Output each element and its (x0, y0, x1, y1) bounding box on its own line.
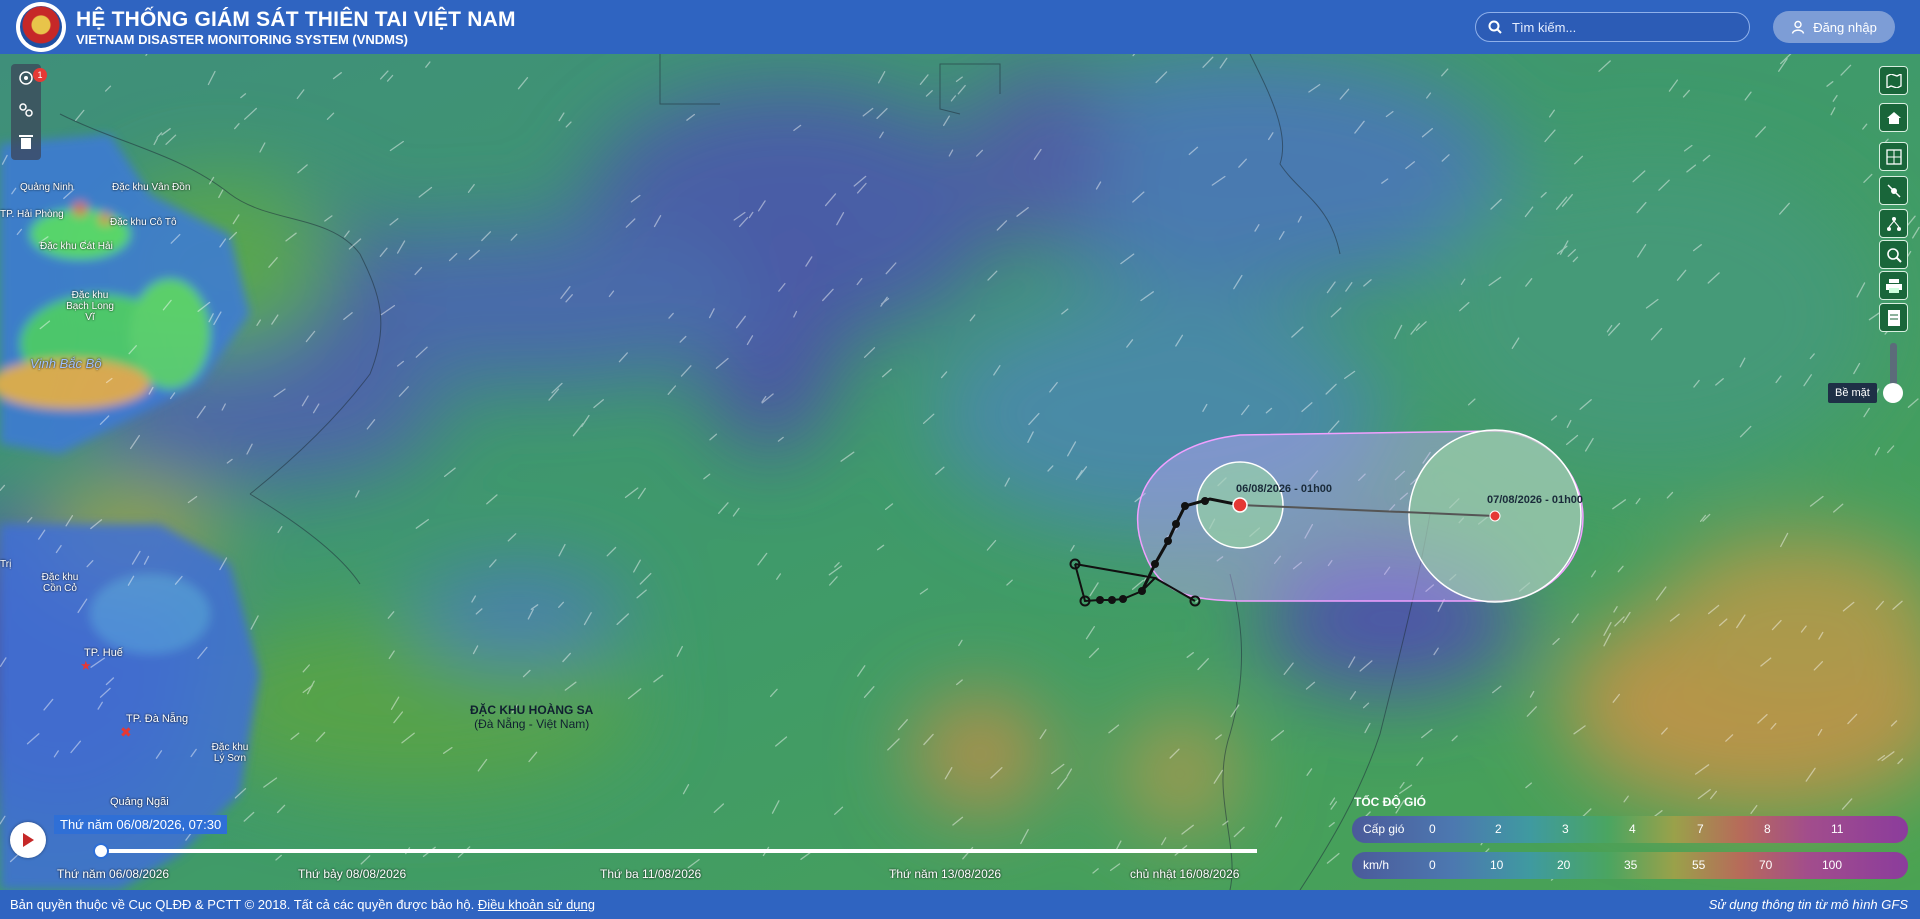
legend-title: TỐC ĐỘ GIÓ (1354, 795, 1426, 809)
map-icon (1885, 73, 1902, 88)
map-toggle-button[interactable] (1879, 66, 1908, 95)
app-title: HỆ THỐNG GIÁM SÁT THIÊN TAI VIỆT NAM (76, 8, 516, 31)
map-label: TP. Đà Nẵng (126, 713, 189, 725)
printer-icon (1885, 278, 1902, 293)
storm-track-layer[interactable] (0, 54, 1920, 890)
home-icon (1886, 111, 1901, 124)
map-label: Quảng Ninh (20, 182, 74, 193)
map-label: Đặc khu Cát Hải (40, 241, 113, 252)
city-marker: ★ (80, 658, 92, 673)
city-marker: ✖ (120, 724, 132, 740)
notification-badge: 1 (33, 68, 47, 82)
search-input[interactable]: Tìm kiếm... (1475, 12, 1750, 42)
satellite-button[interactable] (1879, 176, 1908, 205)
trash-icon (19, 135, 33, 149)
map-label: Đặc khu Vân Đồn (112, 182, 191, 193)
layers-icon (19, 71, 33, 85)
storm-forecast-position[interactable] (1489, 510, 1501, 522)
play-button[interactable] (10, 822, 46, 858)
layer-level-knob[interactable] (1883, 383, 1903, 403)
zoom-icon (1886, 247, 1902, 263)
login-label: Đăng nhập (1813, 19, 1877, 35)
delete-button[interactable] (16, 132, 36, 152)
archipelago-label: ĐẶC KHU HOÀNG SA (Đà Nẵng - Việt Nam) (470, 703, 594, 731)
user-icon (1791, 20, 1805, 34)
legend-beaufort: Cấp gió 0 2 3 4 7 8 11 (1352, 816, 1908, 843)
map-label: Vịnh Bắc Bộ (30, 356, 102, 371)
network-button[interactable] (1879, 209, 1908, 238)
zoom-button[interactable] (1879, 240, 1908, 269)
document-button[interactable] (1879, 303, 1908, 332)
timeline-tick[interactable]: Thứ năm 06/08/2026 (57, 867, 169, 881)
timeline-tick[interactable]: Thứ năm 13/08/2026 (889, 867, 1001, 881)
search-placeholder: Tìm kiếm... (1512, 19, 1577, 35)
map-label: Trị (0, 559, 12, 570)
timeline-tick[interactable]: chủ nhật 16/08/2026 (1130, 867, 1239, 881)
settings-button[interactable] (16, 100, 36, 120)
surface-level-label: Bề mặt (1828, 383, 1877, 403)
document-icon (1887, 309, 1900, 326)
play-icon (23, 833, 34, 847)
terms-link[interactable]: Điều khoản sử dụng (478, 897, 595, 912)
map-label: Đặc khu Cô Tô (110, 217, 177, 228)
timeline-tick[interactable]: Thứ ba 11/08/2026 (600, 867, 701, 881)
login-button[interactable]: Đăng nhập (1773, 11, 1895, 43)
app-header: HỆ THỐNG GIÁM SÁT THIÊN TAI VIỆT NAM VIE… (0, 0, 1920, 54)
legend-kmh: km/h 0 10 20 35 55 70 100 (1352, 852, 1908, 879)
past-track-loop (1074, 563, 1158, 603)
gear-icon (19, 103, 33, 117)
timeline-handle[interactable] (93, 843, 109, 859)
legend-row-label: km/h (1363, 858, 1390, 872)
search-icon (1488, 20, 1502, 34)
map-label: Đặc khu Lý Sơn (211, 742, 249, 764)
timeline-tick[interactable]: Thứ bảy 08/08/2026 (298, 867, 406, 881)
map-label: Đặc khu Cồn Cỏ (41, 572, 79, 594)
map-label: TP. Hải Phòng (0, 209, 64, 220)
region-button[interactable] (1879, 142, 1908, 171)
legend-row-label: Cấp gió (1363, 822, 1405, 836)
network-icon (1886, 216, 1901, 231)
timeline-track[interactable] (100, 849, 1257, 853)
storm-point-label-1: 06/08/2026 - 01h00 (1236, 483, 1333, 495)
map-label: Đặc khu Bạch Long Vĩ (66, 290, 114, 323)
copyright-text: Bản quyền thuộc về Cục QLĐĐ & PCTT © 201… (10, 897, 475, 912)
footer: Bản quyền thuộc về Cục QLĐĐ & PCTT © 201… (0, 890, 1920, 919)
map-label: Quảng Ngãi (110, 796, 169, 808)
app-subtitle: VIETNAM DISASTER MONITORING SYSTEM (VNDM… (76, 32, 408, 47)
grid-map-icon (1885, 148, 1902, 165)
vndms-logo[interactable] (16, 2, 66, 52)
data-source-text: Sử dụng thông tin từ mô hình GFS (1708, 897, 1908, 912)
satellite-icon (1886, 183, 1901, 198)
weather-map[interactable]: 06/08/2026 - 01h00 07/08/2026 - 01h00 Qu… (0, 54, 1920, 890)
storm-current-position[interactable] (1232, 497, 1248, 513)
home-button[interactable] (1879, 103, 1908, 132)
print-button[interactable] (1879, 271, 1908, 300)
current-time-label: Thứ năm 06/08/2026, 07:30 (54, 815, 228, 834)
storm-point-label-2: 07/08/2026 - 01h00 (1487, 494, 1584, 506)
